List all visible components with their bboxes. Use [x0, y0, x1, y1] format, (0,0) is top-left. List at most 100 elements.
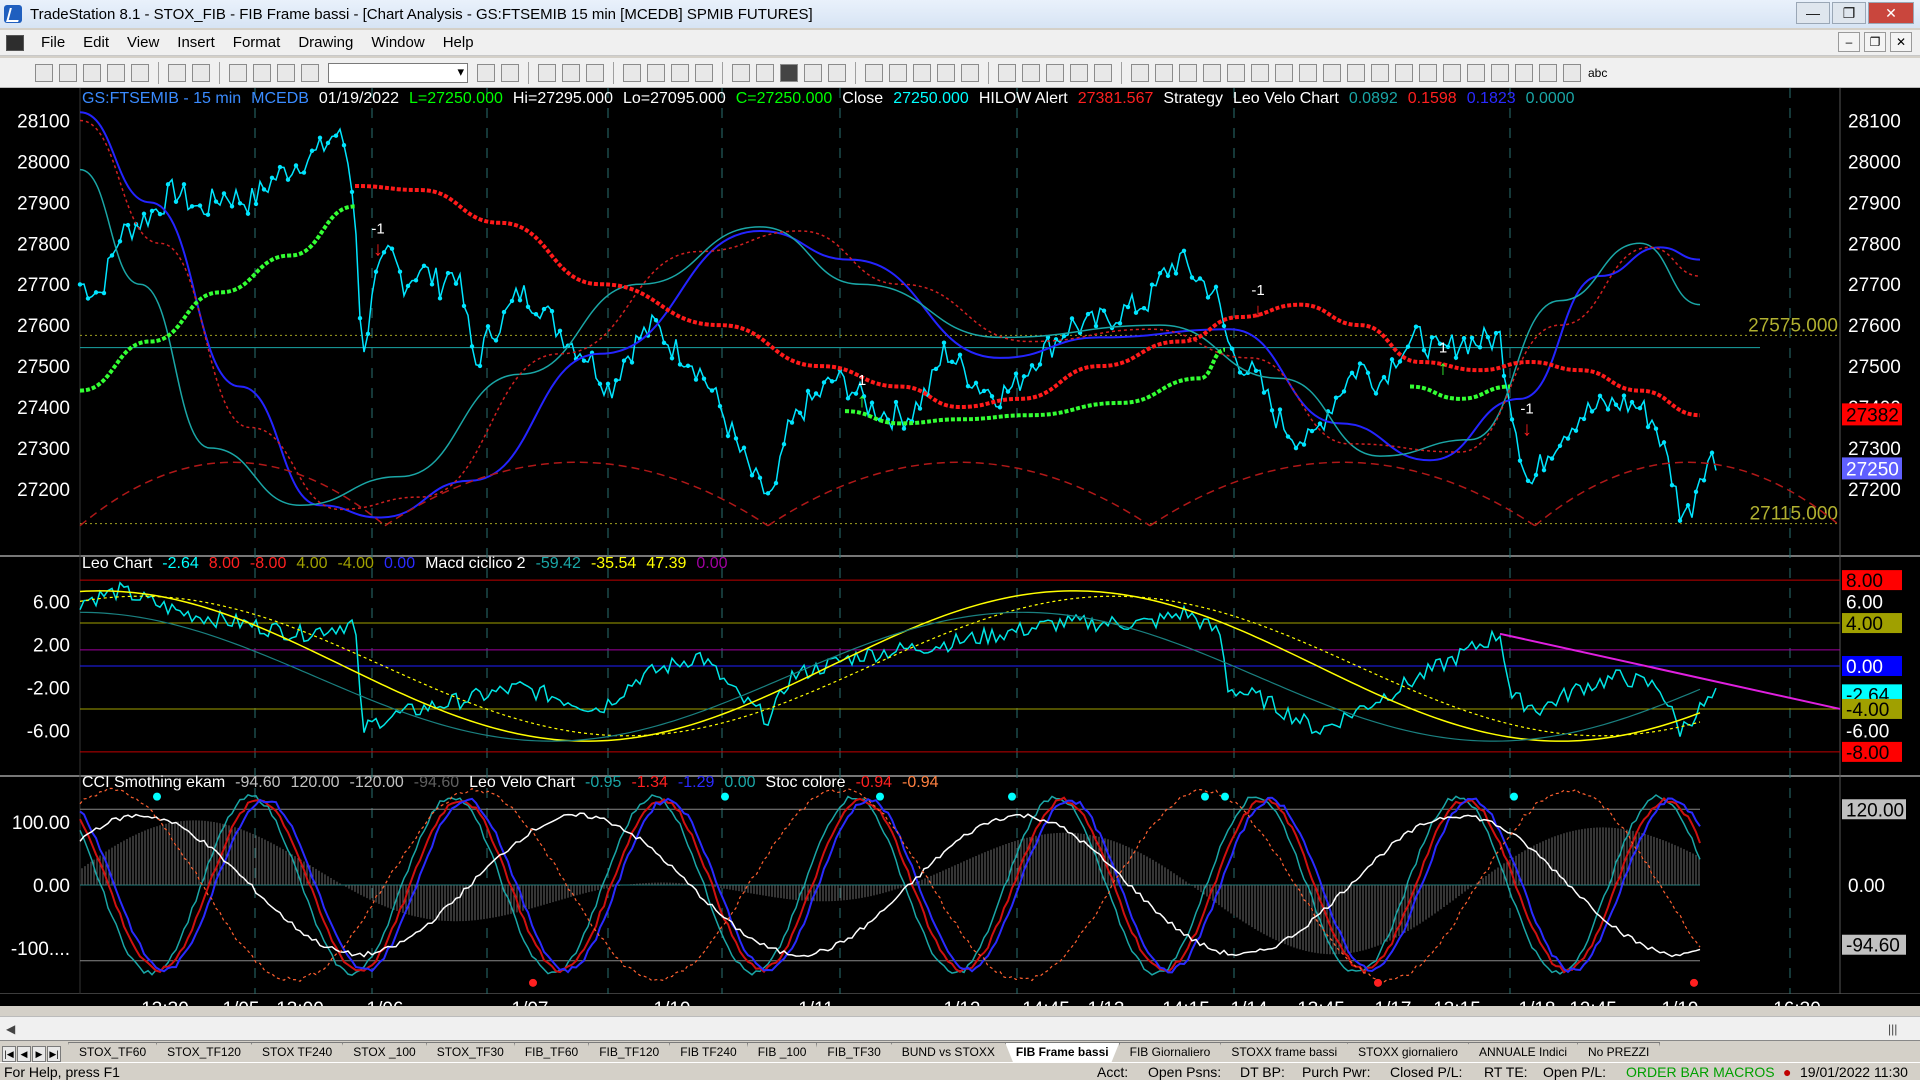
vertical-line-icon[interactable]: [1347, 63, 1365, 82]
workspace-tab[interactable]: STOX_TF120: [156, 1042, 252, 1062]
save-icon[interactable]: [83, 63, 101, 82]
cycles-icon[interactable]: [1395, 63, 1413, 82]
menu-insert[interactable]: Insert: [168, 34, 224, 51]
tab-prev-icon[interactable]: ◀: [17, 1046, 31, 1062]
stoc-signal-dot: [1510, 792, 1518, 801]
workspace-tab[interactable]: STOX TF240: [250, 1042, 344, 1062]
gann-fan-icon[interactable]: [1227, 63, 1245, 82]
regression-icon[interactable]: [1299, 63, 1317, 82]
calendar-icon[interactable]: [586, 63, 604, 82]
menu-window[interactable]: Window: [362, 34, 433, 51]
menu-view[interactable]: View: [118, 34, 168, 51]
menu-edit[interactable]: Edit: [74, 34, 118, 51]
rectangle-alt-icon[interactable]: [1563, 63, 1581, 82]
ellipse-icon[interactable]: [1539, 63, 1557, 82]
mdi-minimize-button[interactable]: –: [1838, 32, 1860, 52]
rectangle-icon[interactable]: [1515, 63, 1533, 82]
crosshair-icon[interactable]: [913, 63, 931, 82]
tab-next-icon[interactable]: ▶: [32, 1046, 46, 1062]
chart-window-icon[interactable]: [6, 34, 24, 51]
open-icon[interactable]: [59, 63, 77, 82]
text-doc-icon[interactable]: [1094, 63, 1112, 82]
tab-first-icon[interactable]: |◀: [2, 1046, 16, 1062]
workspace-tab[interactable]: FIB_TF60: [513, 1042, 590, 1062]
network-icon[interactable]: [623, 63, 641, 82]
folder-alt-icon[interactable]: [131, 63, 149, 82]
candlestick-icon[interactable]: [828, 63, 846, 82]
scroll-thumb-icon[interactable]: |||: [1888, 1022, 1897, 1036]
menu-format[interactable]: Format: [224, 34, 290, 51]
arrow-both-icon[interactable]: [1323, 63, 1341, 82]
workspace-tab[interactable]: FIB TF240: [669, 1042, 748, 1062]
workspace-tab[interactable]: STOXX frame bassi: [1220, 1042, 1349, 1062]
radar-icon[interactable]: [732, 63, 750, 82]
play-icon[interactable]: [477, 63, 495, 82]
workspace-tab[interactable]: FIB Giornaliero: [1118, 1042, 1222, 1062]
pencil-icon[interactable]: [1419, 63, 1437, 82]
scroll-left-icon[interactable]: [865, 63, 883, 82]
pointer-icon[interactable]: [998, 63, 1016, 82]
workspace-tab[interactable]: No PREZZI: [1577, 1042, 1661, 1062]
workspace-tab[interactable]: FIB_TF120: [588, 1042, 671, 1062]
menu-drawing[interactable]: Drawing: [289, 34, 362, 51]
workspace-tab[interactable]: STOXX giornaliero: [1347, 1042, 1469, 1062]
workspace-tab[interactable]: STOX_TF60: [68, 1042, 158, 1062]
minimize-button[interactable]: —: [1796, 2, 1830, 24]
scroll-left-arrow-icon[interactable]: ◀: [6, 1022, 15, 1036]
mdi-restore-button[interactable]: ❐: [1864, 32, 1886, 52]
channel-icon[interactable]: [1155, 63, 1173, 82]
print-preview-icon[interactable]: [192, 63, 210, 82]
text-tool-button[interactable]: abc: [1588, 66, 1607, 80]
hammer-icon[interactable]: [1046, 63, 1064, 82]
workspace-tab[interactable]: FIB _100: [746, 1042, 818, 1062]
symbol-combobox[interactable]: [328, 62, 468, 83]
fib-arcs-icon[interactable]: [1371, 63, 1389, 82]
paste-icon[interactable]: [277, 63, 295, 82]
close-button[interactable]: ✕: [1868, 2, 1914, 24]
arc-icon[interactable]: [1443, 63, 1461, 82]
chart-type-icon[interactable]: [780, 63, 798, 82]
globe-icon[interactable]: [301, 63, 319, 82]
workspace-tab[interactable]: BUND vs STOXX: [890, 1042, 1006, 1062]
mdi-close-button[interactable]: ✕: [1890, 32, 1912, 52]
folder-icon[interactable]: [107, 63, 125, 82]
workspace-tab[interactable]: STOX_TF30: [425, 1042, 515, 1062]
format-icon[interactable]: [1070, 63, 1088, 82]
chart-canvas[interactable]: 28100 28100 28000 28000 27900 27900 27800 27800…: [0, 88, 1920, 1006]
menu-help[interactable]: Help: [434, 34, 483, 51]
zoom-out-icon[interactable]: [961, 63, 979, 82]
list-icon[interactable]: [562, 63, 580, 82]
tile-icon[interactable]: [695, 63, 713, 82]
horizontal-scrollbar[interactable]: ◀ |||: [0, 1016, 1920, 1042]
speed-lines-icon[interactable]: [1251, 63, 1269, 82]
cut-icon[interactable]: [229, 63, 247, 82]
arrow-up-blue-icon[interactable]: [1491, 63, 1509, 82]
symbol-lookup-icon[interactable]: [501, 63, 519, 82]
cascade-icon[interactable]: [671, 63, 689, 82]
data-window-icon[interactable]: [1022, 63, 1040, 82]
chart-analysis-window[interactable]: 28100 28100 28000 28000 27900 27900 27800 27800…: [0, 88, 1920, 1006]
fibonacci-icon[interactable]: [1203, 63, 1221, 82]
bar-chart-icon[interactable]: [804, 63, 822, 82]
menu-file[interactable]: File: [32, 34, 74, 51]
workspace-tab[interactable]: ANNUALE Indici: [1467, 1042, 1578, 1062]
grid-icon[interactable]: [538, 63, 556, 82]
print-icon[interactable]: [168, 63, 186, 82]
trendline-icon[interactable]: [1131, 63, 1149, 82]
new-icon[interactable]: [35, 63, 53, 82]
zoom-in-icon[interactable]: [937, 63, 955, 82]
horizontal-line-icon[interactable]: [1179, 63, 1197, 82]
andrews-pitchfork-icon[interactable]: [1275, 63, 1293, 82]
copy-icon[interactable]: [253, 63, 271, 82]
tab-last-icon[interactable]: ▶|: [47, 1046, 61, 1062]
price-dot: [125, 222, 131, 228]
workspace-tab[interactable]: FIB_TF30: [816, 1042, 892, 1062]
link-icon[interactable]: [756, 63, 774, 82]
scroll-right-icon[interactable]: [889, 63, 907, 82]
workspace-tab[interactable]: FIB Frame bassi: [1004, 1042, 1120, 1062]
maximize-button[interactable]: ❐: [1832, 2, 1866, 24]
window-icon[interactable]: [647, 63, 665, 82]
workspace-tab[interactable]: STOX _100: [342, 1042, 427, 1062]
order-bar-macros-label[interactable]: ORDER BAR MACROS: [1626, 1064, 1775, 1080]
arrow-down-red-icon[interactable]: [1467, 63, 1485, 82]
